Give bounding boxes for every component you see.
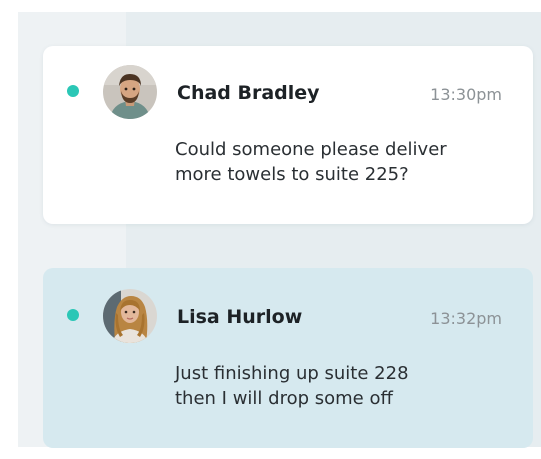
message-timestamp: 13:32pm xyxy=(430,309,502,328)
unread-indicator-dot xyxy=(67,85,79,97)
message-timestamp: 13:30pm xyxy=(430,85,502,104)
unread-indicator-dot xyxy=(67,309,79,321)
message-card-selected[interactable]: Lisa Hurlow 13:32pm Just finishing up su… xyxy=(43,268,533,448)
message-text: Just finishing up suite 228 then I will … xyxy=(175,363,409,409)
avatar[interactable] xyxy=(103,289,157,343)
message-text: Could someone please deliver more towels… xyxy=(175,139,447,185)
sender-name: Lisa Hurlow xyxy=(177,306,303,328)
avatar[interactable] xyxy=(103,65,157,119)
message-card[interactable]: Chad Bradley 13:30pm Could someone pleas… xyxy=(43,46,533,224)
female-user-avatar-icon xyxy=(103,289,157,343)
male-user-avatar-icon xyxy=(103,65,157,119)
sender-name: Chad Bradley xyxy=(177,82,320,104)
